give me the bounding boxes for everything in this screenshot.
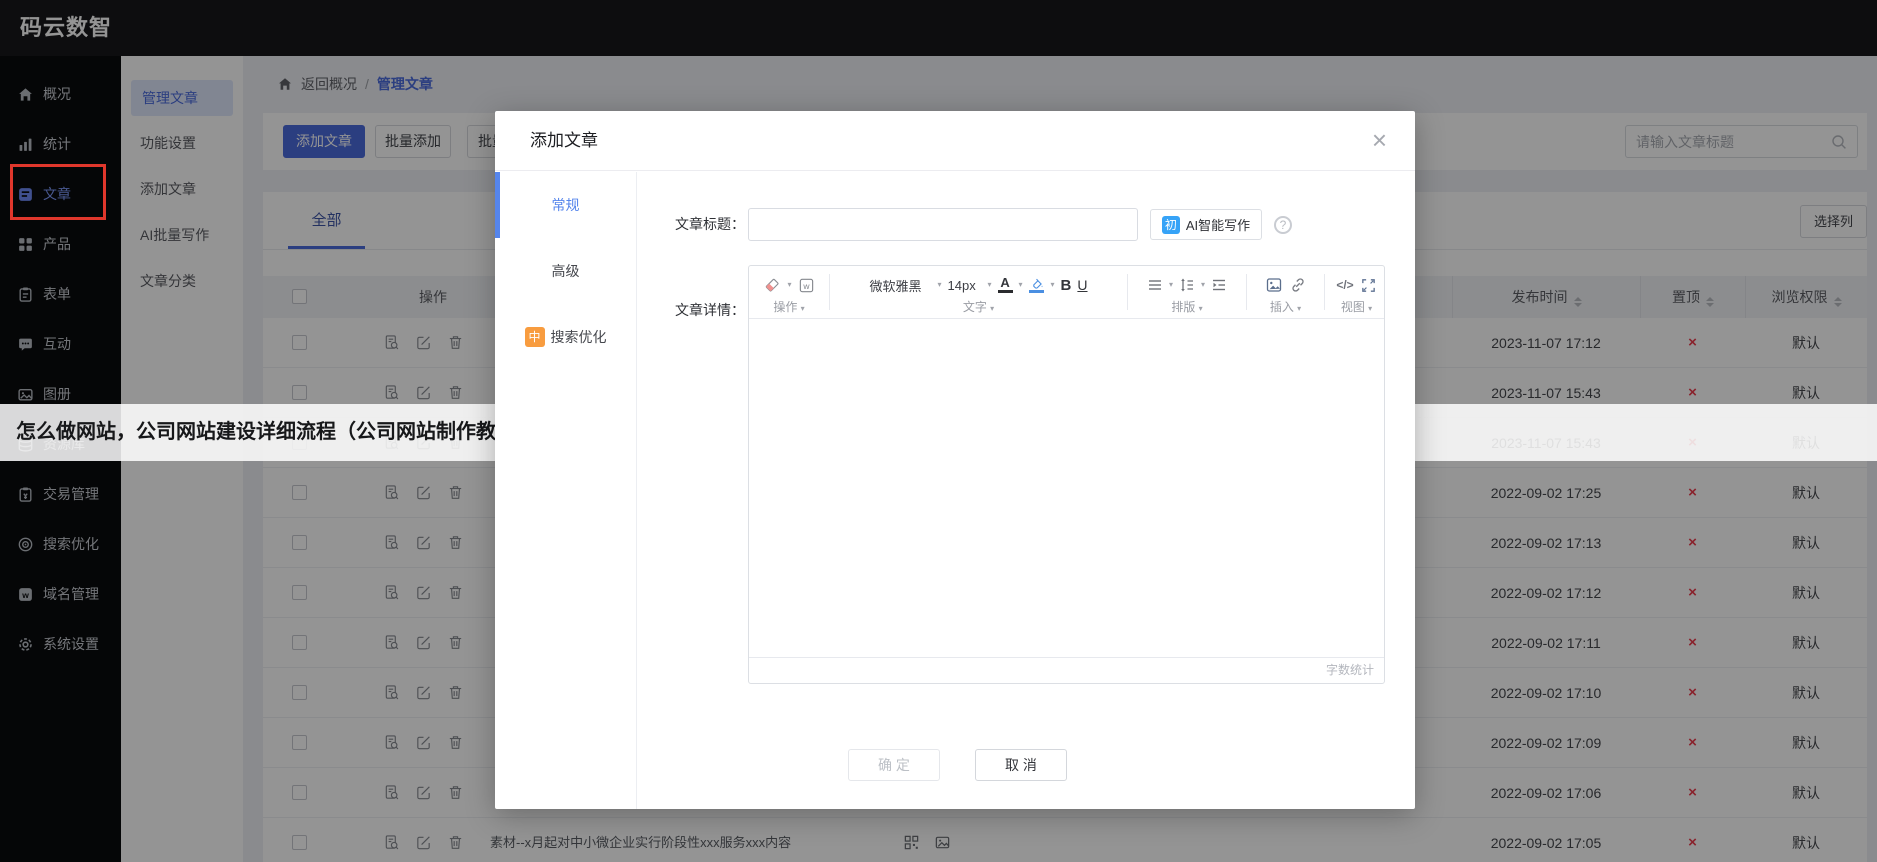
ai-badge-icon: 初 (1161, 215, 1180, 234)
group-label-layout[interactable]: 排版 ▾ (1132, 298, 1242, 315)
toolbar-group-layout: ▾ ▾ 排版 ▾ (1128, 266, 1246, 318)
font-size-select[interactable]: 14px (948, 278, 982, 293)
editor-content-area[interactable] (749, 320, 1384, 659)
add-article-modal: 添加文章 × 常规 高级 中 搜索优化 文章标题： 初 AI智能写作 ? 文章详… (495, 111, 1415, 809)
word-count-label[interactable]: 字数统计 (1326, 663, 1374, 677)
eraser-icon[interactable] (763, 276, 781, 294)
modal-title: 添加文章 (530, 131, 598, 150)
toolbar-group-view: </> 视图 ▾ (1325, 266, 1388, 318)
align-icon[interactable] (1147, 277, 1163, 293)
group-label-operation[interactable]: 操作 ▾ (753, 298, 825, 315)
cancel-button[interactable]: 取 消 (975, 749, 1067, 781)
help-icon[interactable]: ? (1274, 216, 1292, 234)
modal-tab-general[interactable]: 常规 (495, 172, 636, 238)
confirm-button[interactable]: 确 定 (848, 749, 940, 781)
toolbar-group-insert: 插入 ▾ (1247, 266, 1324, 318)
insert-image-icon[interactable] (1265, 276, 1283, 294)
svg-text:w: w (802, 280, 810, 290)
editor-toolbar: ▾ w 操作 ▾ 微软雅黑 ▾ 14px ▾ A ▾ ▾ B U 文字 ▾ ▾ … (749, 266, 1384, 319)
ai-writing-button[interactable]: 初 AI智能写作 (1150, 209, 1262, 240)
line-height-icon[interactable] (1179, 277, 1195, 293)
word-import-icon[interactable]: w (798, 277, 815, 294)
font-color-icon[interactable]: A (997, 276, 1013, 293)
dropdown-caret-icon[interactable]: ▾ (937, 281, 941, 289)
close-icon[interactable]: × (1372, 124, 1387, 156)
rich-text-editor: ▾ w 操作 ▾ 微软雅黑 ▾ 14px ▾ A ▾ ▾ B U 文字 ▾ ▾ … (748, 265, 1385, 684)
modal-tab-seo[interactable]: 中 搜索优化 (495, 304, 636, 370)
seo-badge: 中 (524, 327, 545, 347)
modal-tab-advanced[interactable]: 高级 (495, 238, 636, 304)
editor-status-bar: 字数统计 (749, 657, 1384, 683)
toolbar-group-operation: ▾ w 操作 ▾ (749, 266, 829, 318)
fullscreen-icon[interactable] (1360, 277, 1377, 294)
modal-header: 添加文章 × (495, 111, 1415, 171)
bold-button[interactable]: B (1061, 277, 1072, 294)
dropdown-caret-icon[interactable]: ▾ (787, 281, 791, 289)
article-detail-label: 文章详情： (675, 302, 745, 318)
article-title-label: 文章标题： (675, 216, 745, 232)
dropdown-caret-icon[interactable]: ▾ (1201, 281, 1205, 289)
group-label-view[interactable]: 视图 ▾ (1329, 298, 1384, 315)
source-code-icon[interactable]: </> (1336, 278, 1353, 292)
font-family-select[interactable]: 微软雅黑 (869, 276, 931, 295)
group-label-text[interactable]: 文字 ▾ (834, 298, 1123, 315)
dropdown-caret-icon[interactable]: ▾ (988, 281, 992, 289)
group-label-insert[interactable]: 插入 ▾ (1251, 298, 1320, 315)
highlight-color-icon[interactable] (1029, 278, 1045, 293)
article-title-input[interactable] (748, 208, 1138, 241)
red-annotation-box (10, 164, 106, 220)
indent-icon[interactable] (1211, 277, 1227, 293)
dropdown-caret-icon[interactable]: ▾ (1051, 281, 1055, 289)
underline-button[interactable]: U (1077, 277, 1087, 293)
toolbar-group-text: 微软雅黑 ▾ 14px ▾ A ▾ ▾ B U 文字 ▾ (830, 266, 1127, 318)
modal-tab-column: 常规 高级 中 搜索优化 (495, 172, 637, 809)
dropdown-caret-icon[interactable]: ▾ (1169, 281, 1173, 289)
modal-body: 常规 高级 中 搜索优化 文章标题： 初 AI智能写作 ? 文章详情： ▾ w (495, 172, 1415, 809)
dropdown-caret-icon[interactable]: ▾ (1019, 281, 1023, 289)
insert-link-icon[interactable] (1289, 276, 1307, 294)
